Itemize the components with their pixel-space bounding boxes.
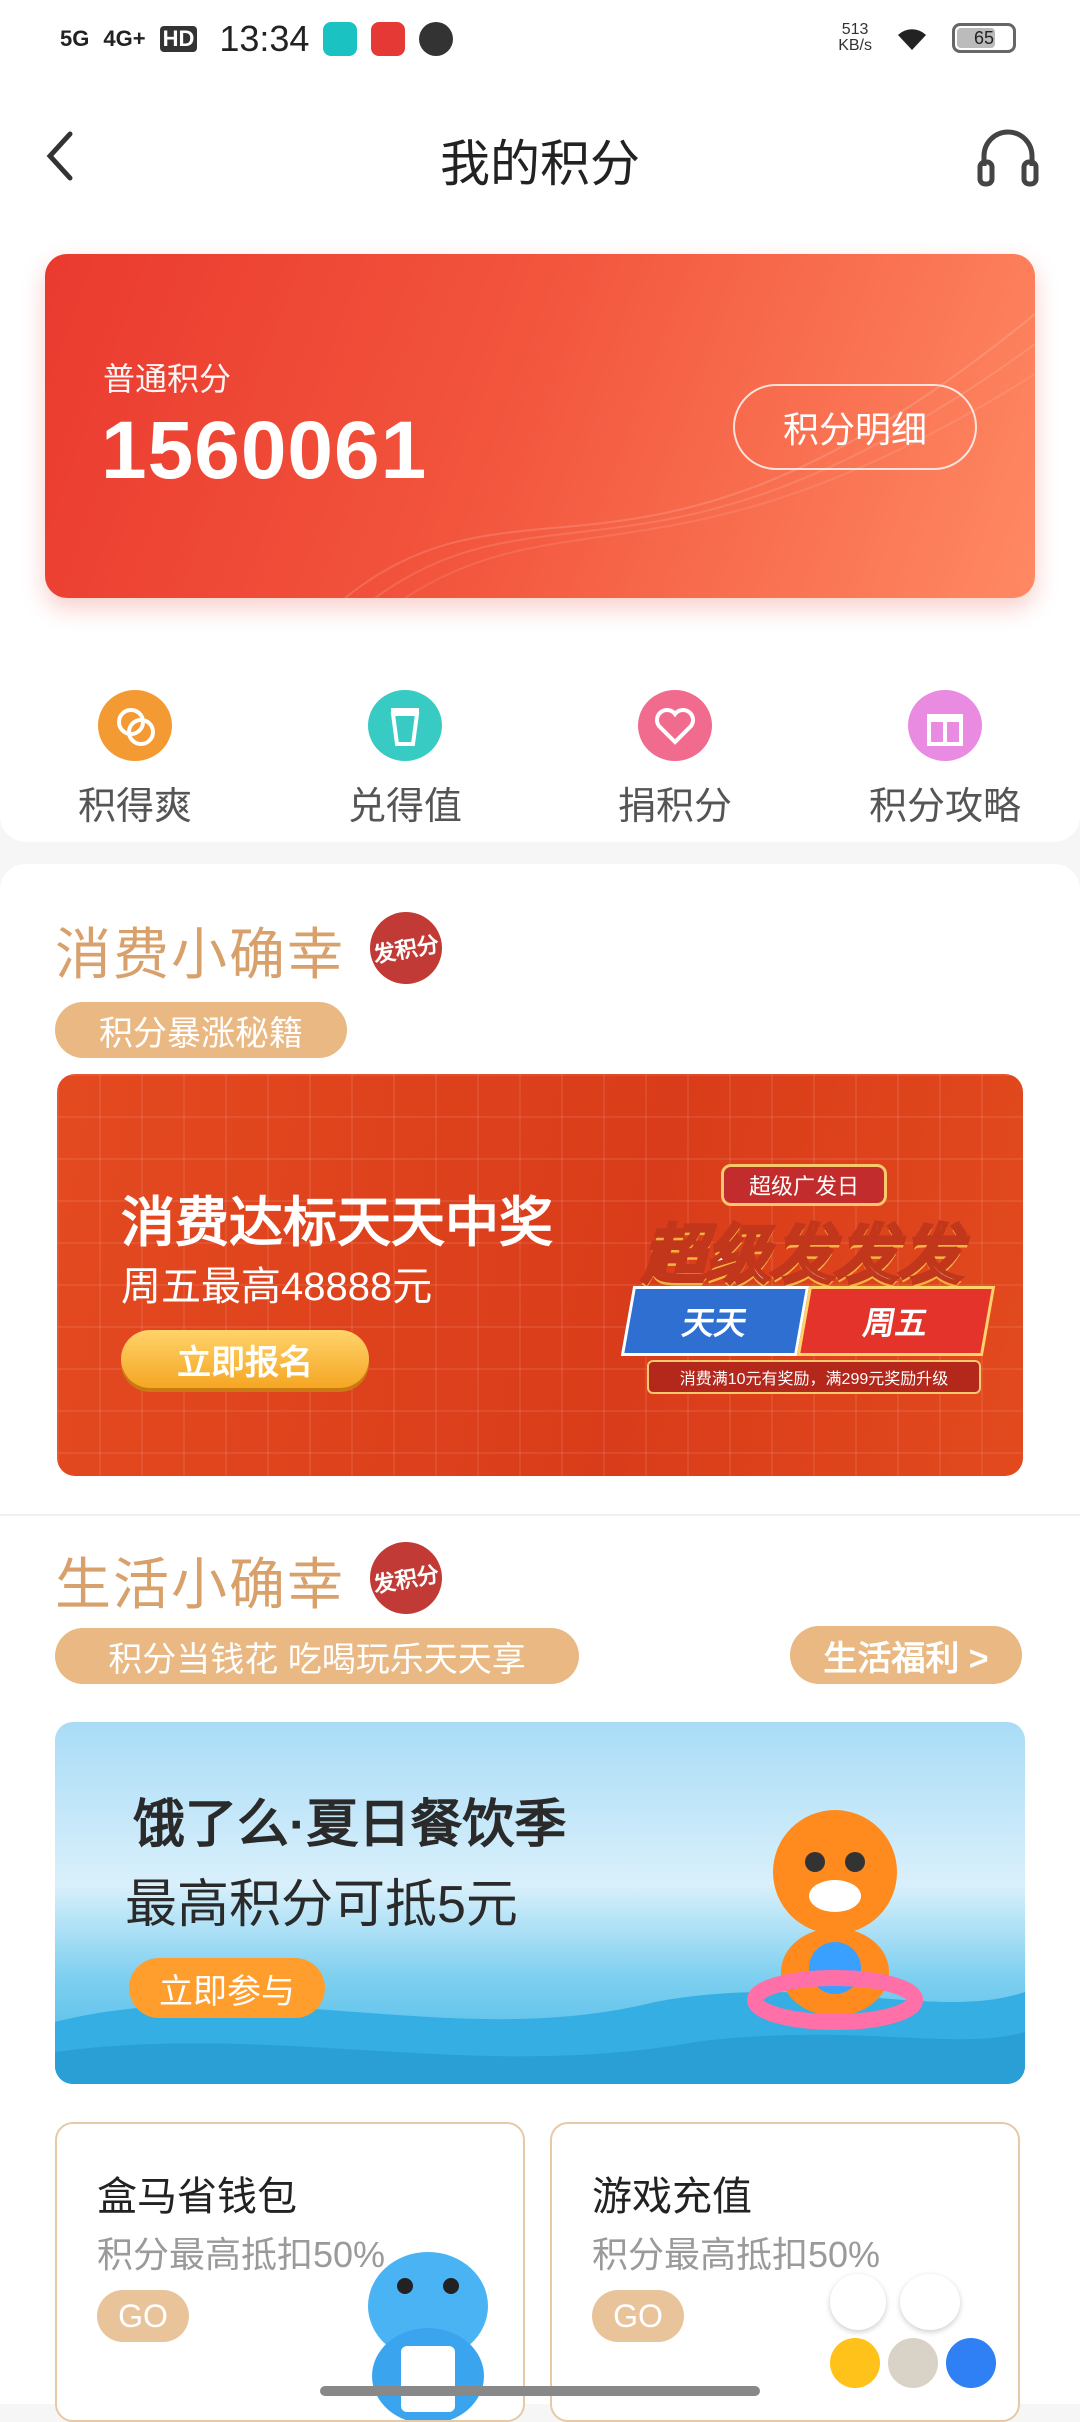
card-subtitle: 积分最高抵扣50% — [97, 2234, 386, 2275]
status-time: 13:34 — [219, 18, 310, 59]
go-button[interactable]: GO — [97, 2290, 189, 2342]
page-header: 我的积分 — [0, 84, 1080, 224]
action-label: 积得爽 — [77, 786, 192, 828]
points-value: 1560061 — [101, 405, 428, 496]
badge-right: 周五 — [796, 1286, 996, 1356]
game-logos — [830, 2274, 1000, 2394]
hema-card[interactable]: 盒马省钱包 积分最高抵扣50% GO — [55, 2122, 525, 2422]
action-label: 兑得值 — [347, 786, 462, 828]
coin-logo-icon — [830, 2338, 880, 2388]
status-bar: 5G 4G+ HD 13:34 513 KB/s 65 — [0, 0, 1080, 84]
promo-banner-consumption[interactable]: 消费达标天天中奖 周五最高48888元 立即报名 超级广发日 超级发发发 天天 … — [57, 1074, 1023, 1476]
shiba-mascot-icon — [747, 1810, 923, 2030]
badge-main: 超级发发发 — [641, 1218, 964, 1293]
banner2-headline: 饿了么·夏日餐饮季 — [133, 1796, 567, 1854]
shopping-app-icon — [371, 22, 406, 56]
banner2-subline: 最高积分可抵5元 — [125, 1876, 518, 1934]
signal-4g: 4G+ — [103, 26, 146, 51]
points-card: 普通积分 1560061 积分明细 — [45, 254, 1035, 598]
netease-logo-icon — [830, 2274, 886, 2330]
go-button[interactable]: GO — [592, 2290, 684, 2342]
badge-bar: 消费满10元有奖励，满299元奖励升级 — [647, 1360, 981, 1394]
badge-left: 天天 — [620, 1286, 810, 1356]
action-label: 积分攻略 — [868, 786, 1021, 828]
gift-icon — [908, 690, 982, 761]
promo-banner-eleme[interactable]: 饿了么·夏日餐饮季 最高积分可抵5元 立即参与 — [55, 1722, 1025, 2084]
section1-tag: 积分暴涨秘籍 — [55, 1002, 347, 1058]
game-recharge-card[interactable]: 游戏充值 积分最高抵扣50% GO — [550, 2122, 1020, 2422]
battery-icon: 65 — [952, 23, 1016, 53]
page-title: 我的积分 — [440, 136, 640, 192]
points-label: 普通积分 — [103, 361, 232, 397]
heart-icon — [638, 690, 712, 761]
signal-5g: 5G — [60, 26, 90, 51]
signup-button[interactable]: 立即报名 — [121, 1330, 369, 1388]
cup-icon — [368, 690, 442, 761]
home-indicator[interactable] — [320, 2386, 760, 2396]
section-divider — [0, 1514, 1080, 1516]
card-subtitle: 积分最高抵扣50% — [592, 2234, 881, 2275]
points-detail-button[interactable]: 积分明细 — [733, 384, 977, 470]
app-notification-icon — [323, 22, 358, 56]
action-duidezhi[interactable]: 兑得值 — [270, 690, 540, 830]
action-jifengonglue[interactable]: 积分攻略 — [810, 690, 1080, 830]
section2-title: 生活小确幸 — [55, 1553, 345, 1616]
game-brand-logo-icon — [900, 2274, 960, 2330]
network-speed: 513 KB/s — [838, 21, 872, 54]
super-fafafa-badge: 超级广发日 超级发发发 天天 周五 消费满10元有奖励，满299元奖励升级 — [617, 1164, 996, 1394]
badge-top: 超级广发日 — [721, 1164, 887, 1206]
card-title: 盒马省钱包 — [97, 2175, 297, 2219]
banner-subline: 周五最高48888元 — [121, 1265, 433, 1309]
wechat-icon — [419, 22, 454, 56]
action-juanjifen[interactable]: 捐积分 — [540, 690, 810, 830]
action-jideshuang[interactable]: 积得爽 — [0, 690, 270, 830]
apple-logo-icon — [946, 2338, 996, 2388]
coin-icon — [98, 690, 172, 761]
section1-title: 消费小确幸 — [55, 923, 345, 986]
wifi-icon — [898, 29, 926, 50]
hd-indicator: HD — [159, 26, 198, 52]
quick-actions: 积得爽 兑得值 捐积分 积分攻略 — [0, 690, 1080, 830]
gear-logo-icon — [888, 2338, 938, 2388]
participate-button[interactable]: 立即参与 — [129, 1958, 325, 2018]
section2-tag: 积分当钱花 吃喝玩乐天天享 — [55, 1628, 579, 1684]
card-title: 游戏充值 — [592, 2175, 752, 2219]
headset-icon[interactable] — [972, 122, 1044, 194]
life-benefits-link[interactable]: 生活福利 > — [790, 1626, 1022, 1684]
banner-headline: 消费达标天天中奖 — [121, 1193, 553, 1253]
action-label: 捐积分 — [617, 786, 732, 828]
